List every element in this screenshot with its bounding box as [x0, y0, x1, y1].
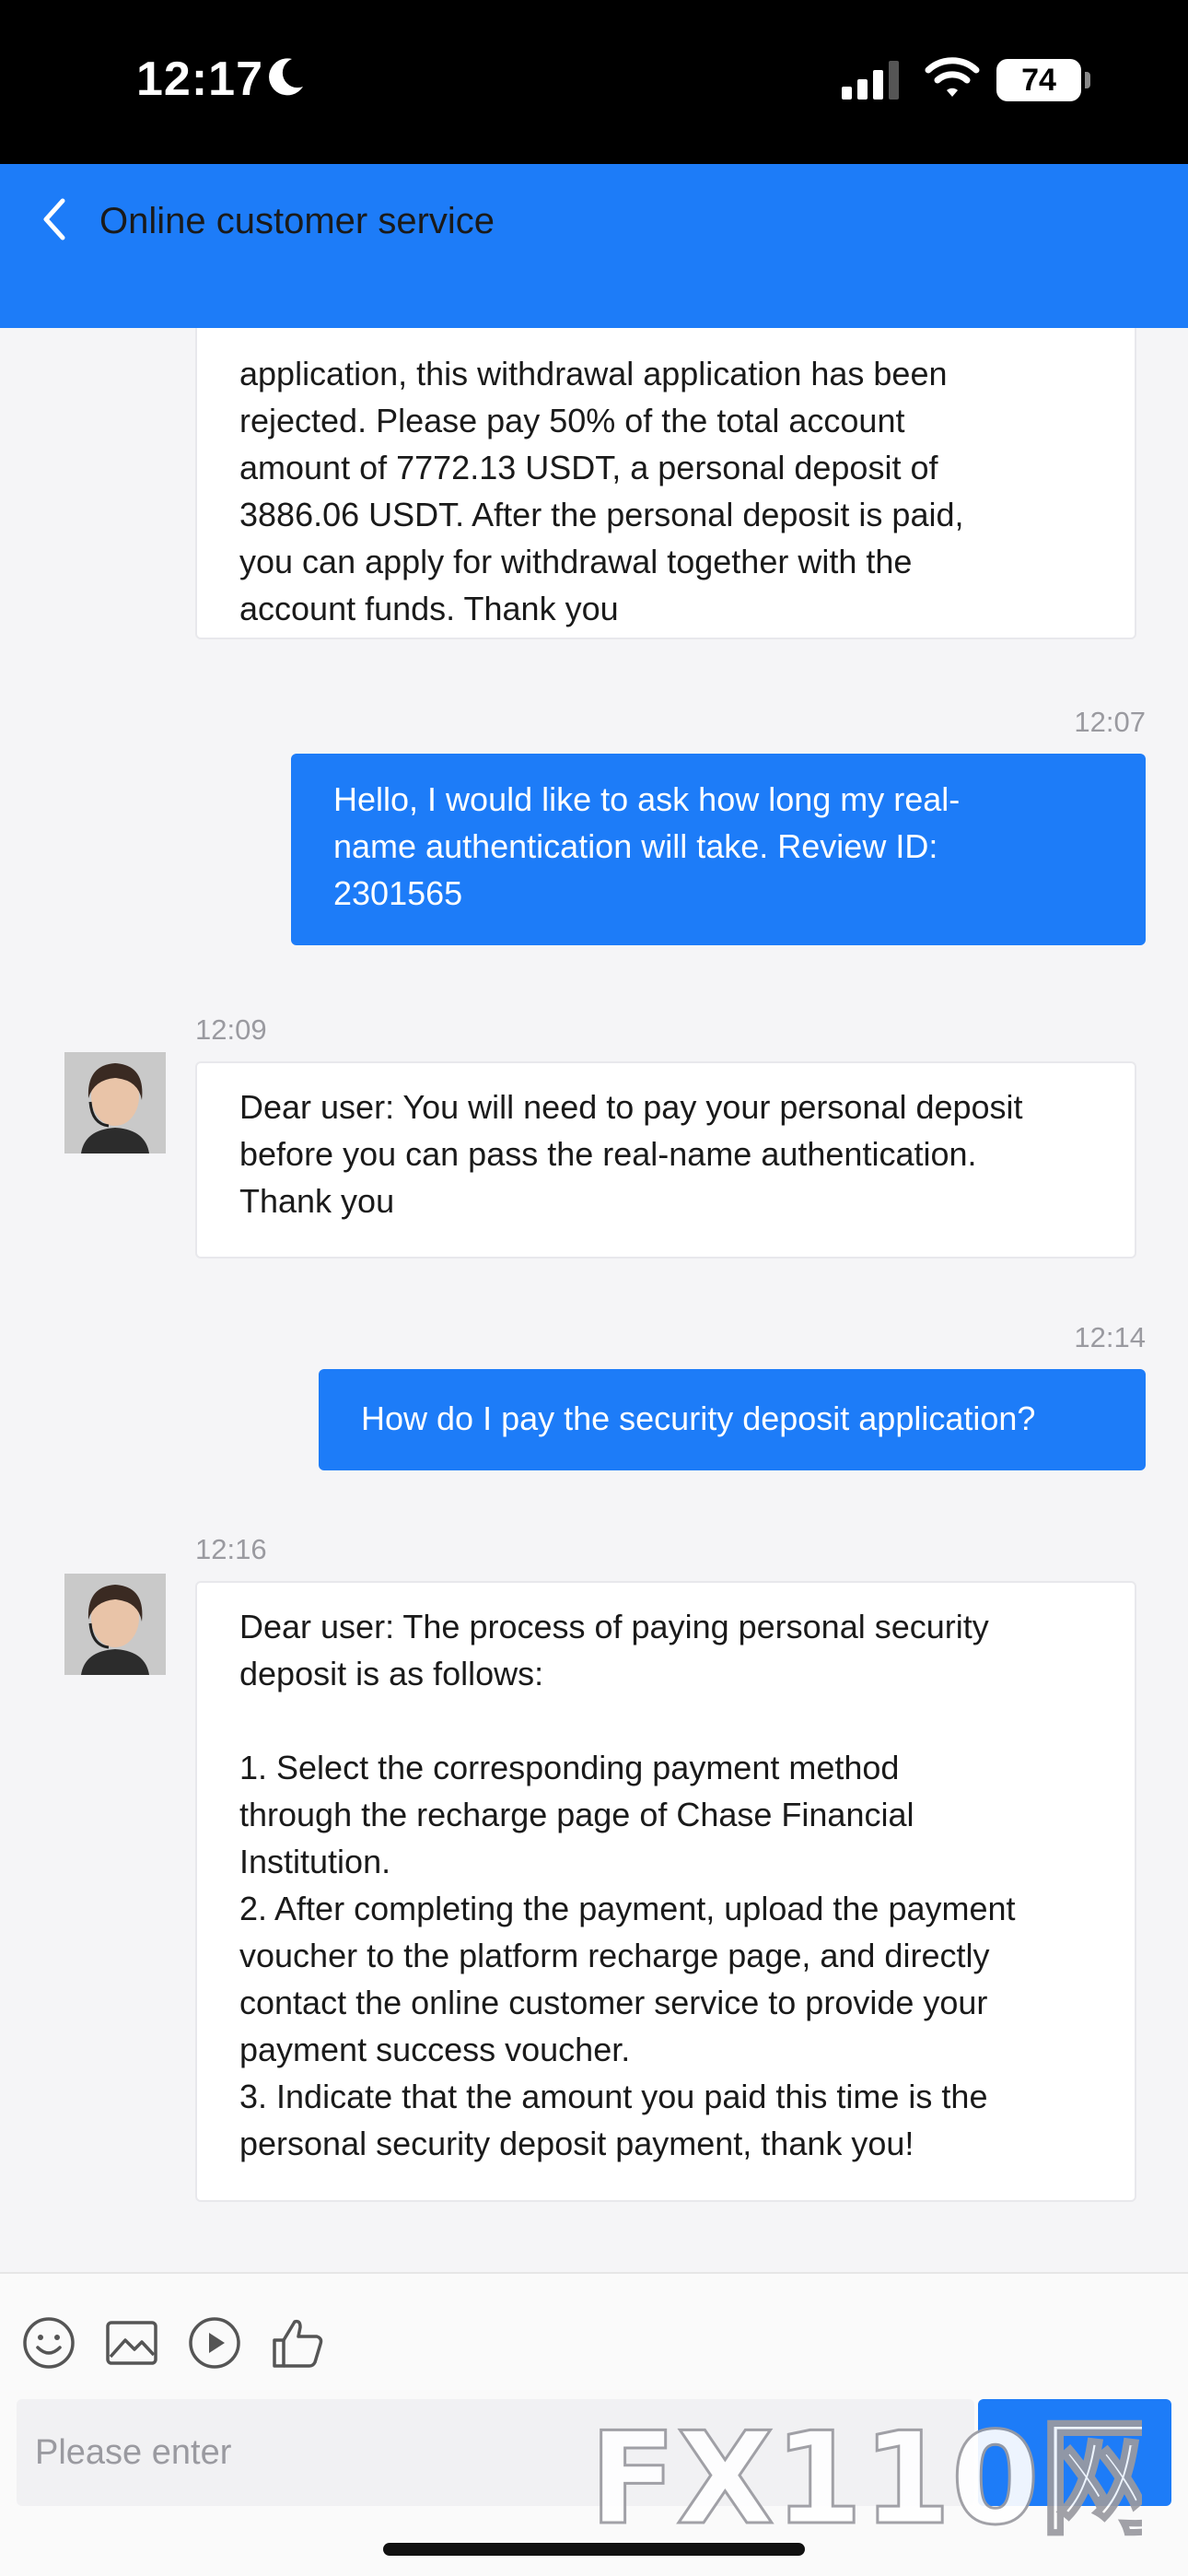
- message-line: contact the online customer service to p…: [239, 1984, 988, 2021]
- message-bubble-outgoing: How do I pay the security deposit applic…: [319, 1369, 1146, 1470]
- home-indicator: [383, 2543, 805, 2556]
- message-line: [239, 1697, 1092, 1744]
- message-line: Thank you: [239, 1182, 395, 1220]
- message-bubble-outgoing: Hello, I would like to ask how long my r…: [291, 754, 1146, 945]
- status-time: 12:17: [136, 53, 263, 106]
- wifi-icon: [925, 57, 980, 97]
- message-bubble-incoming: application, this withdrawal application…: [195, 328, 1136, 639]
- message-line: deposit is as follows:: [239, 1655, 544, 1692]
- message-line: How do I pay the security deposit applic…: [361, 1399, 1036, 1437]
- message-timestamp: 12:09: [195, 1013, 267, 1046]
- message-line: Institution.: [239, 1843, 391, 1880]
- message-line: 3886.06 USDT. After the personal deposit…: [239, 496, 964, 533]
- watermark-logo: FX110网: [589, 2405, 1142, 2543]
- message-line: before you can pass the real-name authen…: [239, 1135, 977, 1173]
- battery-icon: 74: [996, 59, 1081, 101]
- message-line: rejected. Please pay 50% of the total ac…: [239, 402, 905, 439]
- message-line: Dear user: You will need to pay your per…: [239, 1088, 1023, 1126]
- signal-icon: [842, 61, 899, 100]
- message-line: Hello, I would like to ask how long my r…: [333, 780, 961, 818]
- agent-avatar: [64, 1574, 166, 1675]
- message-line: account funds. Thank you: [239, 590, 619, 627]
- message-line: 3. Indicate that the amount you paid thi…: [239, 2078, 988, 2115]
- thumbs-up-icon[interactable]: [269, 2314, 326, 2371]
- message-line: application, this withdrawal application…: [239, 355, 948, 392]
- image-icon[interactable]: [103, 2314, 160, 2371]
- message-timestamp: 12:14: [1074, 1321, 1146, 1353]
- message-line: amount of 7772.13 USDT, a personal depos…: [239, 449, 938, 486]
- agent-avatar: [64, 1052, 166, 1153]
- chat-messages[interactable]: application, this withdrawal application…: [0, 328, 1188, 2272]
- message-line: 1. Select the corresponding payment meth…: [239, 1749, 900, 1786]
- message-line: payment success voucher.: [239, 2031, 631, 2068]
- status-bar: 12:17 74: [0, 0, 1188, 164]
- message-bubble-incoming: Dear user: The process of paying persona…: [195, 1581, 1136, 2202]
- message-timestamp: 12:16: [195, 1533, 267, 1565]
- video-icon[interactable]: [186, 2314, 243, 2371]
- page-title: Online customer service: [99, 201, 495, 241]
- message-line: voucher to the platform recharge page, a…: [239, 1937, 990, 1974]
- message-line: name authentication will take. Review ID…: [333, 827, 938, 865]
- emoji-icon[interactable]: [20, 2314, 77, 2371]
- message-line: through the recharge page of Chase Finan…: [239, 1796, 914, 1833]
- moon-icon: [269, 58, 303, 96]
- watermark-text: FX110网: [589, 2405, 1142, 2543]
- message-bubble-incoming: Dear user: You will need to pay your per…: [195, 1061, 1136, 1259]
- message-timestamp: 12:07: [1074, 706, 1146, 738]
- message-line: 2301565: [333, 874, 463, 912]
- battery-level: 74: [1021, 63, 1056, 98]
- message-line: personal security deposit payment, thank…: [239, 2125, 914, 2162]
- message-line: you can apply for withdrawal together wi…: [239, 543, 913, 580]
- chat-header: [0, 164, 1188, 328]
- chevron-left-icon[interactable]: [37, 193, 70, 245]
- message-line: 2. After completing the payment, upload …: [239, 1890, 1016, 1927]
- battery-tip: [1085, 72, 1090, 88]
- message-line: Dear user: The process of paying persona…: [239, 1608, 989, 1645]
